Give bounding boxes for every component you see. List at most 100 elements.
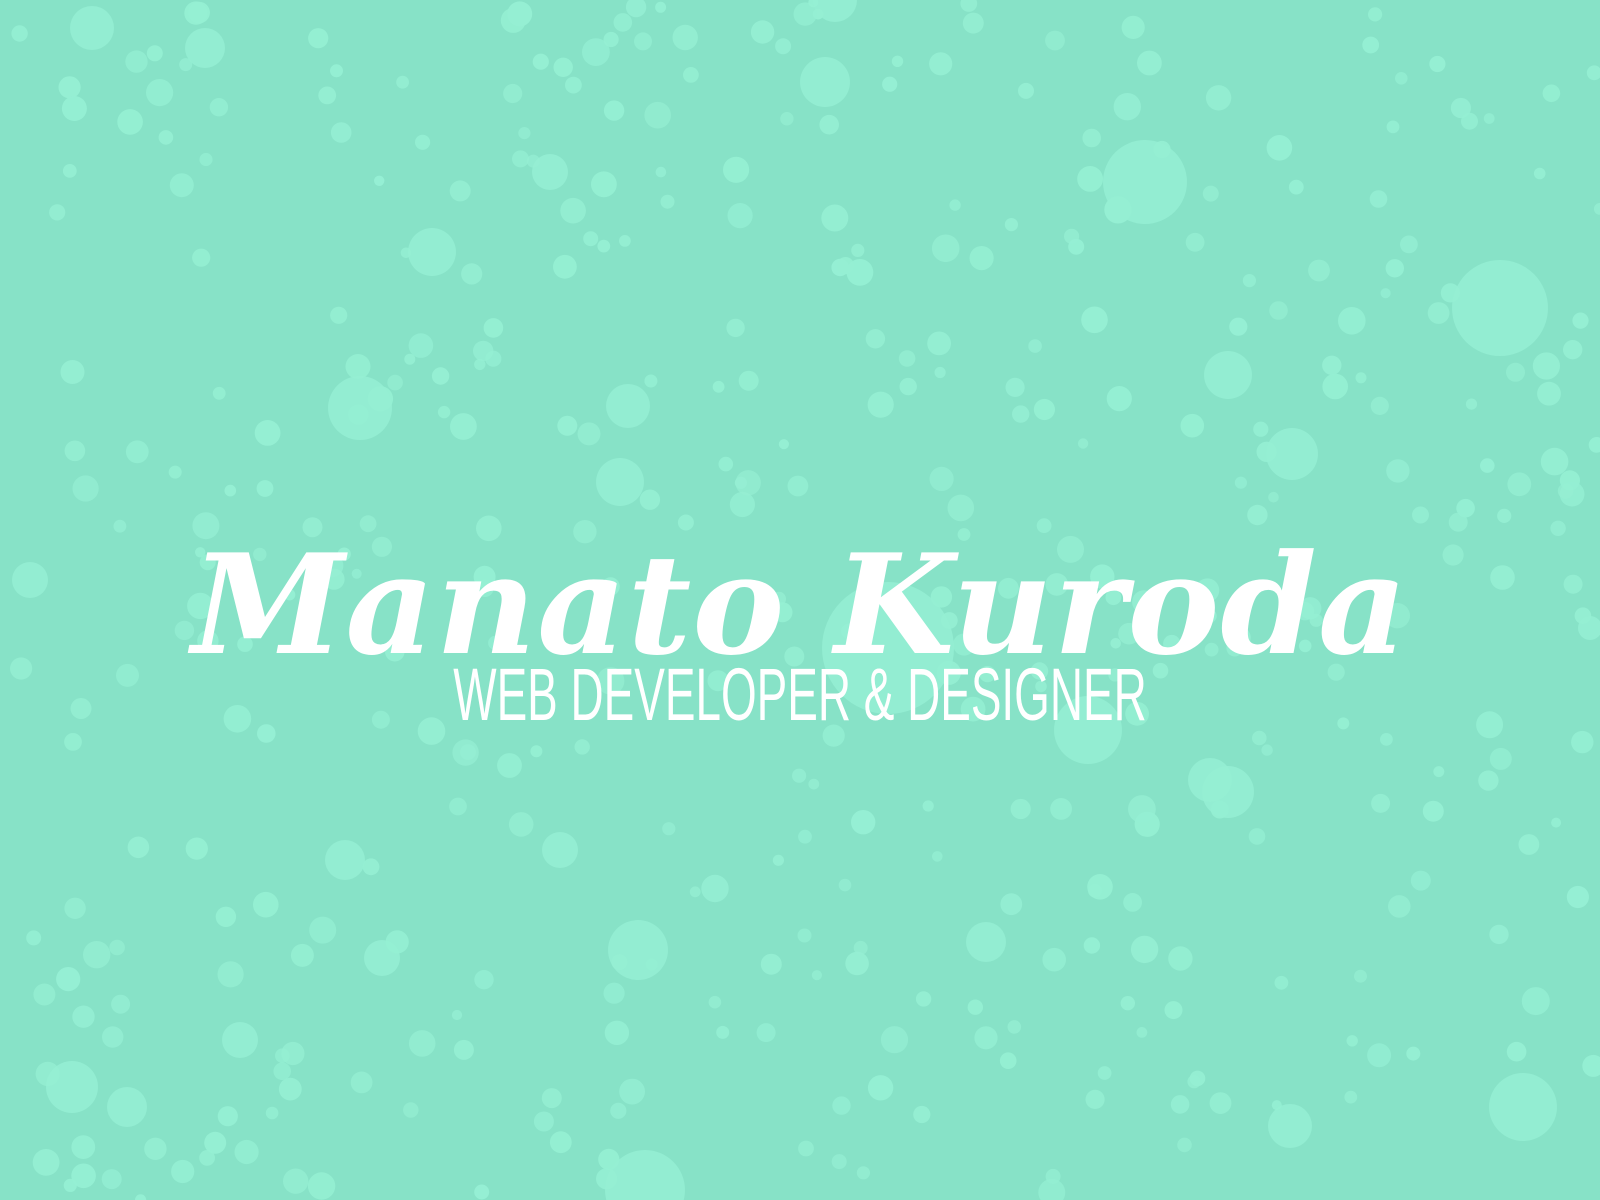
- bubble-particle: [107, 1087, 147, 1127]
- bubble-particle: [11, 25, 28, 42]
- bubble-particle: [1489, 924, 1509, 945]
- bubble-particle: [645, 958, 658, 971]
- bubble-particle: [1274, 975, 1289, 990]
- bubble-particle: [1177, 1137, 1192, 1153]
- bubble-particle: [727, 203, 753, 229]
- bubble-particle: [109, 939, 125, 956]
- bubble-particle: [1005, 377, 1025, 397]
- bubble-particle: [1083, 937, 1101, 954]
- bubble-particle: [689, 886, 701, 898]
- bubble-particle: [1506, 1041, 1527, 1062]
- bubble-particle: [273, 1062, 292, 1081]
- bubble-particle: [60, 360, 85, 384]
- bubble-particle: [212, 386, 226, 400]
- bubble-particle: [999, 1052, 1017, 1069]
- bubble-particle: [1386, 459, 1410, 483]
- bubble-particle: [1153, 140, 1171, 159]
- bubble-particle: [775, 38, 792, 55]
- bubble-particle: [387, 374, 403, 391]
- bubble-particle: [1050, 798, 1072, 820]
- bubble-particle: [33, 983, 56, 1006]
- bubble-particle: [374, 175, 385, 186]
- bubble-particle: [969, 246, 994, 271]
- bubble-particle: [1209, 1092, 1232, 1114]
- bubble-particle: [1187, 1074, 1201, 1089]
- bubble-particle: [1087, 874, 1113, 900]
- bubble-particle: [431, 367, 450, 385]
- bubble-particle: [437, 405, 451, 419]
- bubble-particle: [1433, 766, 1445, 778]
- bubble-particle: [461, 263, 483, 285]
- bubble-particle: [169, 173, 194, 198]
- bubble-particle: [1582, 1054, 1600, 1077]
- bubble-particle: [127, 836, 150, 859]
- bubble-particle: [1130, 935, 1159, 964]
- bubble-particle: [1395, 72, 1408, 85]
- bubble-particle: [1388, 895, 1411, 918]
- bubble-particle: [61, 96, 87, 121]
- bubble-particle: [577, 422, 601, 446]
- bubble-particle: [224, 484, 237, 497]
- bubble-particle: [701, 874, 729, 903]
- bubble-particle: [1400, 235, 1418, 254]
- bubble-particle: [1380, 733, 1393, 746]
- bubble-particle: [70, 6, 114, 50]
- bubble-particle: [530, 745, 543, 758]
- bubble-particle: [1521, 987, 1550, 1016]
- bubble-particle: [403, 1102, 419, 1118]
- bubble-particle: [597, 239, 611, 253]
- bubble-particle: [723, 156, 750, 183]
- bubble-particle: [507, 1, 533, 27]
- bubble-particle: [171, 1159, 195, 1184]
- bubble-particle: [474, 358, 486, 371]
- bubble-particle: [102, 1026, 124, 1048]
- bubble-particle: [222, 1022, 258, 1058]
- bubble-particle: [72, 1005, 95, 1028]
- bubble-particle: [217, 961, 244, 988]
- bubble-particle: [778, 439, 790, 450]
- bubble-particle: [307, 1172, 336, 1200]
- bubble-particle: [158, 130, 174, 145]
- bubble-particle: [838, 878, 852, 892]
- bubble-particle: [1204, 351, 1252, 399]
- bubble-particle: [71, 1163, 96, 1189]
- bubble-particle: [1368, 7, 1383, 22]
- bubble-particle: [1229, 317, 1248, 336]
- bubble-particle: [708, 995, 722, 1009]
- bubble-particle: [1540, 447, 1569, 476]
- bubble-particle: [209, 98, 229, 117]
- bubble-particle: [1429, 55, 1446, 73]
- bubble-particle: [960, 0, 978, 12]
- bubble-particle: [1452, 260, 1548, 356]
- bubble-particle: [738, 370, 759, 391]
- bubble-particle: [591, 171, 617, 198]
- bubble-particle: [474, 1184, 490, 1200]
- bubble-particle: [831, 1154, 847, 1170]
- bubble-particle: [949, 199, 961, 211]
- bubble-particle: [1120, 996, 1136, 1011]
- bubble-particle: [1007, 1020, 1022, 1034]
- bubble-particle: [330, 122, 352, 143]
- bubble-particle: [1188, 758, 1232, 802]
- bubble-particle: [408, 1030, 436, 1057]
- bubble-particle: [891, 55, 904, 67]
- bubble-particle: [117, 109, 143, 135]
- bubble-particle: [483, 318, 504, 338]
- bubble-particle: [185, 837, 208, 860]
- bubble-particle: [1082, 128, 1101, 148]
- bubble-particle: [1386, 120, 1400, 134]
- bubble-particle: [330, 306, 348, 324]
- bubble-particle: [281, 1041, 305, 1066]
- bubble-particle: [853, 940, 868, 955]
- bubble-particle: [330, 64, 343, 78]
- bubble-particle: [932, 851, 943, 862]
- bubble-particle: [683, 67, 699, 83]
- bubble-particle: [146, 45, 163, 62]
- bubble-particle: [400, 247, 412, 259]
- bubble-particle: [851, 810, 876, 835]
- bubble-particle: [1537, 381, 1561, 406]
- bubble-particle: [856, 1166, 871, 1180]
- bubble-particle: [1338, 307, 1366, 335]
- bubble-particle: [1532, 352, 1560, 380]
- bubble-particle: [146, 79, 174, 107]
